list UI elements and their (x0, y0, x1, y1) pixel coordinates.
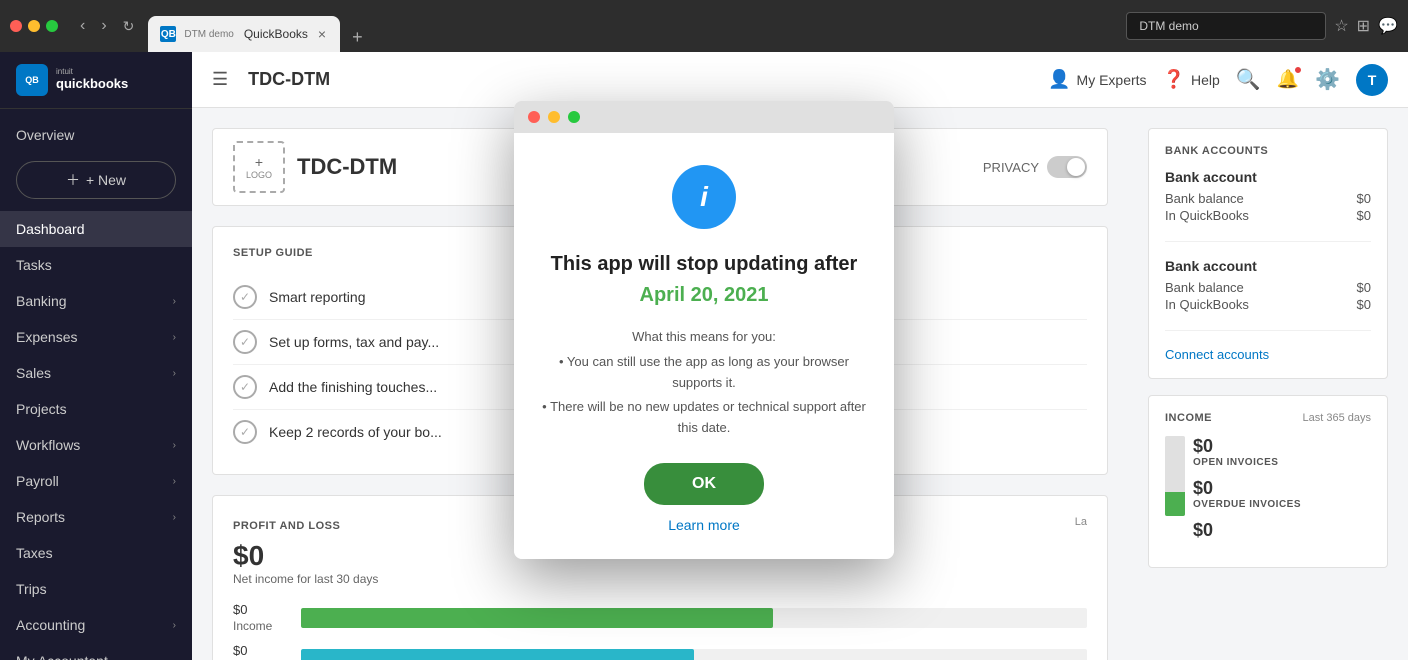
modal-desc-intro: What this means for you: (542, 327, 866, 348)
app-wrapper: QB intuit quickbooks Overview ＋ + New Da… (0, 52, 1408, 660)
modal-desc-line2: • There will be no new updates or techni… (542, 397, 866, 439)
modal-heading: This app will stop updating after (542, 253, 866, 276)
info-letter: i (700, 181, 708, 213)
content-area: + LOGO TDC-DTM PRIVACY SETUP GUIDE (192, 108, 1408, 660)
modal-close-dot[interactable] (528, 111, 540, 123)
modal-overlay: i This app will stop updating after Apri… (192, 108, 1408, 660)
modal-desc-line1: • You can still use the app as long as y… (542, 352, 866, 394)
modal-maximize-dot[interactable] (568, 111, 580, 123)
modal-body: i This app will stop updating after Apri… (514, 133, 894, 559)
modal-ok-button[interactable]: OK (644, 463, 764, 505)
main-content: ☰ TDC-DTM 👤 My Experts ❓ Help 🔍 🔔 ⚙️ T (192, 52, 1408, 660)
modal-minimize-dot[interactable] (548, 111, 560, 123)
modal-learn-more-link[interactable]: Learn more (668, 517, 740, 533)
modal-date: April 20, 2021 (542, 284, 866, 307)
modal-description: What this means for you: • You can still… (542, 327, 866, 439)
modal-window: i This app will stop updating after Apri… (514, 108, 894, 559)
modal-titlebar (514, 108, 894, 133)
modal-info-icon: i (672, 165, 736, 229)
